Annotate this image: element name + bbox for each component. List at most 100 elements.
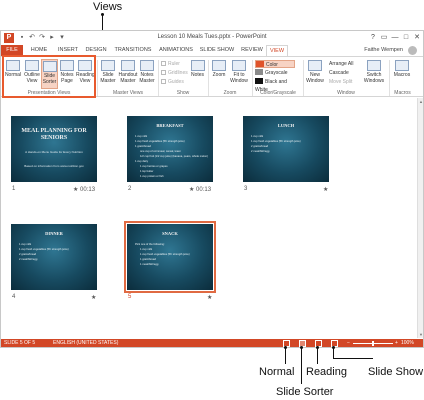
- fit-to-window-button[interactable]: Fit to Window: [229, 59, 249, 89]
- user-name[interactable]: Faithe Wempen: [364, 47, 403, 53]
- macros-icon: [395, 60, 409, 71]
- slide-3-title: LUNCH: [277, 123, 295, 128]
- bullet: 1 meat/fish/egg: [140, 263, 159, 266]
- zoom-in-icon[interactable]: +: [395, 339, 398, 347]
- callout-normal-dot: [284, 346, 287, 349]
- color-label: Color: [266, 62, 278, 68]
- grayscale-swatch: [255, 69, 263, 75]
- bullet: 2 meat/fish/egg: [19, 258, 38, 261]
- powerpoint-window: P ▪ ↶ ↷ ▸ ▾ Lesson 10 Meals Tues.pptx - …: [0, 30, 424, 348]
- guides-checkbox-box: [161, 79, 166, 84]
- slide-4-title: DINNER: [45, 231, 63, 236]
- tab-view[interactable]: VIEW: [266, 45, 288, 56]
- ruler-label: Ruler: [168, 61, 180, 67]
- maximize-button[interactable]: □: [401, 33, 411, 43]
- close-button[interactable]: ✕: [412, 33, 422, 43]
- callout-reading-dot: [316, 346, 319, 349]
- zoom-slider-handle[interactable]: [372, 341, 374, 346]
- notes-button[interactable]: Notes: [189, 59, 206, 89]
- zoom-button[interactable]: Zoom: [210, 59, 228, 89]
- gridlines-checkbox-box: [161, 70, 166, 75]
- handout-master-button[interactable]: Handout Master: [118, 59, 138, 89]
- window-group-label: Window: [337, 90, 355, 96]
- slide-thumbnail-5[interactable]: SNACK Pick one of the following: 1 cup m…: [124, 221, 216, 293]
- callout-views: Views: [93, 1, 123, 13]
- window-title: Lesson 10 Meals Tues.pptx - PowerPoint: [157, 34, 267, 40]
- callout-reading: Reading: [306, 366, 347, 378]
- vertical-scrollbar[interactable]: ▲ ▼: [417, 98, 423, 338]
- slide-number: 4: [12, 294, 16, 300]
- tab-review[interactable]: REVIEW: [238, 45, 266, 56]
- switch-windows-label: Switch Windows: [363, 72, 385, 84]
- tab-slide-show[interactable]: SLIDE SHOW: [198, 45, 236, 56]
- slide-thumbnail-2[interactable]: BREAKFAST 1 cup milk 1 cup fresh vegetab…: [127, 116, 213, 182]
- guides-checkbox[interactable]: Guides: [161, 79, 184, 85]
- show-group-label: Show: [176, 90, 190, 96]
- grayscale-option[interactable]: Grayscale: [255, 69, 295, 77]
- new-window-label: New Window: [306, 72, 324, 84]
- zoom-out-icon[interactable]: −: [347, 339, 350, 347]
- handout-master-icon: [121, 60, 135, 71]
- macros-group-label: Macros: [394, 90, 411, 96]
- callout-slide-show-dot: [332, 346, 335, 349]
- slide-thumbnail-3[interactable]: LUNCH 1 cup milk 1 cup fresh vegetables …: [243, 116, 329, 182]
- zoom-level[interactable]: 100%: [401, 339, 414, 347]
- zoom-label: Zoom: [212, 72, 226, 78]
- gridlines-checkbox[interactable]: Gridlines: [161, 70, 188, 76]
- zoom-icon: [212, 60, 226, 71]
- callout-slide-show: Slide Show: [368, 366, 424, 378]
- switch-windows-icon: [367, 60, 381, 71]
- notes-master-label: Notes Master: [139, 72, 155, 84]
- switch-windows-button[interactable]: Switch Windows: [362, 59, 386, 89]
- gridlines-label: Gridlines: [168, 70, 188, 76]
- black-and-white-option[interactable]: Black and White: [255, 78, 301, 93]
- notes-master-button[interactable]: Notes Master: [138, 59, 156, 89]
- cascade-button[interactable]: Cascade: [329, 70, 349, 76]
- slide-thumbnail-4[interactable]: DINNER 1 cup milk 1 cup fresh vegetables…: [11, 224, 97, 290]
- new-window-button[interactable]: New Window: [305, 59, 325, 89]
- slide-number: 2: [128, 186, 132, 192]
- tab-transitions[interactable]: TRANSITIONS: [113, 45, 153, 56]
- callout-slide-show-leader-h: [333, 358, 373, 359]
- slide-timing: ★ 00:13: [73, 187, 96, 193]
- callout-normal-leader: [285, 348, 286, 364]
- slide-1-subtitle: A Hands-on Menu Guide for Every Nutritio…: [25, 150, 83, 154]
- notes-icon: [190, 60, 205, 71]
- ruler-checkbox[interactable]: Ruler: [161, 61, 180, 67]
- handout-master-label: Handout Master: [118, 72, 138, 84]
- slide-master-button[interactable]: Slide Master: [99, 59, 117, 89]
- fit-to-window-label: Fit to Window: [230, 72, 248, 84]
- avatar[interactable]: [408, 46, 417, 55]
- slide-master-label: Slide Master: [100, 72, 116, 84]
- notes-master-icon: [140, 60, 154, 71]
- callout-slide-sorter: Slide Sorter: [276, 386, 334, 398]
- help-button[interactable]: ?: [368, 33, 378, 43]
- slide-3-bullets: 1 cup milk 1 cup fresh vegetables (5K st…: [251, 134, 325, 154]
- scroll-up-icon[interactable]: ▲: [418, 99, 423, 104]
- macros-button[interactable]: Macros: [392, 59, 412, 89]
- slide-2-title: BREAKFAST: [156, 123, 184, 128]
- tab-animations[interactable]: ANIMATIONS: [156, 45, 196, 56]
- guides-label: Guides: [168, 79, 184, 85]
- fit-to-window-icon: [232, 60, 246, 71]
- minimize-button[interactable]: —: [390, 33, 400, 43]
- slide-5-title: SNACK: [162, 231, 178, 236]
- bullet: 2 meat/fish/egg: [251, 150, 270, 153]
- language-indicator[interactable]: ENGLISH (UNITED STATES): [53, 339, 118, 347]
- slide-transition-icon: ★: [207, 295, 213, 301]
- color-grayscale-group-label: Color/Grayscale: [260, 90, 296, 96]
- slide-5-bullets: Pick one of the following: 1 cup milk 1 …: [135, 242, 209, 267]
- callout-normal: Normal: [259, 366, 295, 378]
- callout-slide-sorter-leader: [301, 348, 302, 384]
- slide-thumbnail-1[interactable]: MEAL PLANNING FOR SENIORS A Hands-on Men…: [11, 116, 97, 182]
- color-option[interactable]: Color: [255, 60, 295, 68]
- status-bar: SLIDE 5 OF 5 ENGLISH (UNITED STATES) − +…: [1, 339, 423, 347]
- ribbon-display-button[interactable]: ▭: [379, 33, 389, 43]
- slide-1-timing: 00:13: [80, 187, 96, 193]
- scroll-down-icon[interactable]: ▼: [418, 332, 423, 337]
- callout-slide-show-leader: [333, 348, 334, 358]
- move-split-button[interactable]: Move Split: [329, 79, 352, 85]
- slide-2-bullets: 1 cup milk 1 cup fresh vegetables (5K st…: [135, 134, 209, 179]
- arrange-all-button[interactable]: Arrange All: [329, 61, 353, 67]
- slide-1-footer: Based on information from www.nutrition.…: [24, 164, 84, 168]
